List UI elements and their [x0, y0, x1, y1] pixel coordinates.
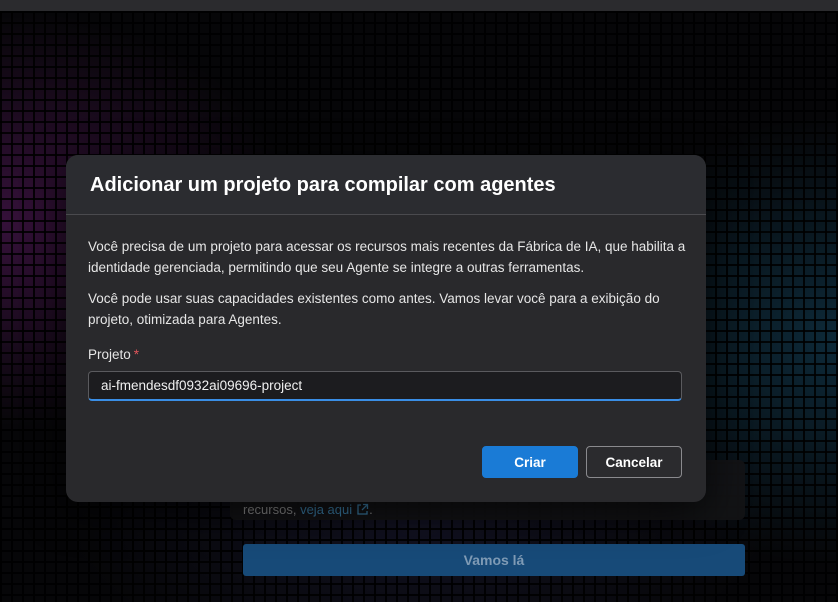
external-link-icon[interactable]: [356, 503, 369, 519]
cancel-button[interactable]: Cancelar: [586, 446, 682, 478]
background-text: recursos, veja aqui.: [243, 502, 373, 519]
dialog-title: Adicionar um projeto para compilar com a…: [90, 174, 556, 196]
add-project-dialog: Adicionar um projeto para compilar com a…: [66, 155, 706, 502]
veja-aqui-link[interactable]: veja aqui: [300, 502, 352, 517]
project-label-text: Projeto: [88, 347, 131, 362]
dialog-paragraph-2: Você pode usar suas capacidades existent…: [88, 291, 660, 327]
background-text-suffix: .: [369, 502, 373, 517]
top-bar: [0, 0, 838, 11]
create-button[interactable]: Criar: [482, 446, 578, 478]
vamos-la-button[interactable]: Vamos lá: [243, 544, 745, 576]
dialog-paragraph-1: Você precisa de um projeto para acessar …: [88, 239, 686, 275]
required-marker: *: [133, 347, 140, 362]
background-text-prefix: recursos,: [243, 502, 301, 517]
dialog-header: Adicionar um projeto para compilar com a…: [66, 155, 706, 215]
project-name-input[interactable]: [88, 371, 682, 401]
project-field-label: Projeto *: [88, 347, 139, 362]
